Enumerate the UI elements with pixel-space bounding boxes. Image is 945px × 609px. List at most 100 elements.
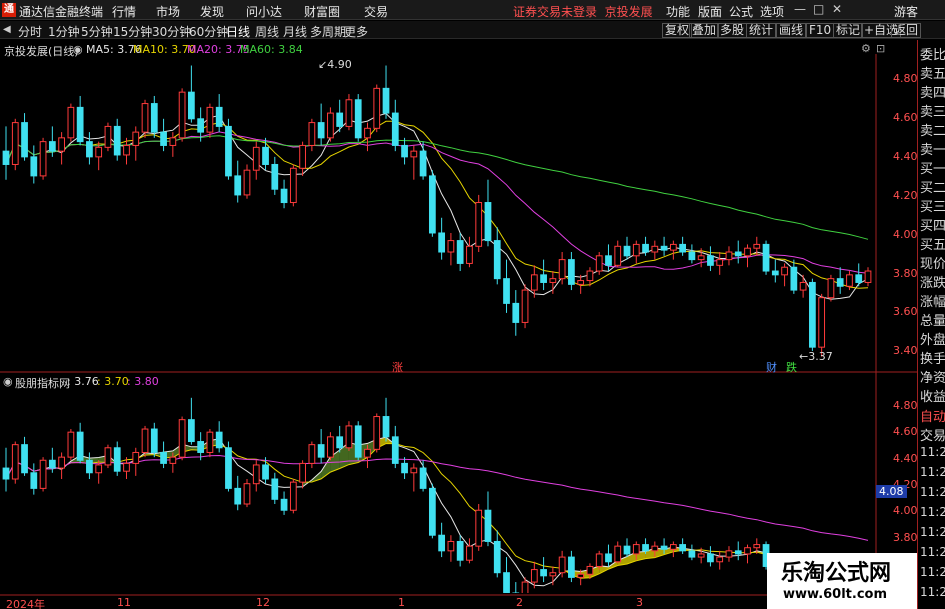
tab-weekly[interactable]: 周线: [255, 23, 279, 40]
candle-body: [836, 278, 844, 287]
candle-body: [716, 259, 724, 266]
candle-body: [2, 467, 10, 480]
close-icon[interactable]: ✕: [832, 2, 842, 16]
f10-button[interactable]: F10: [806, 23, 835, 38]
y-tick-indicator: 3.80: [893, 531, 918, 544]
candle-body: [243, 169, 251, 196]
menu-bar: 通 通达信金融终端 行情 市场 发现 问小达 财富圈 交易 证券交易未登录 京投…: [0, 0, 945, 20]
tab-60min[interactable]: 60分钟: [189, 23, 228, 40]
menu-wenxiaoda[interactable]: 问小达: [246, 3, 282, 20]
candle-body: [558, 259, 566, 280]
candle-body: [104, 447, 112, 466]
quote-label: 总量: [920, 314, 945, 329]
candle-body: [206, 106, 214, 133]
candle-body: [725, 550, 733, 558]
marker-cai[interactable]: 财: [766, 359, 777, 375]
ma-toggle-icon[interactable]: ◉: [73, 43, 83, 56]
indicator-title[interactable]: 股朋指标网: [15, 375, 70, 391]
candle-body: [21, 122, 28, 158]
tongji-button[interactable]: 统计: [746, 23, 777, 38]
quote-label: 卖四: [920, 86, 945, 101]
candle-body: [475, 509, 483, 547]
auto-trade-tab[interactable]: 自动: [920, 406, 945, 425]
menu-gongshi[interactable]: 公式: [729, 3, 753, 20]
chart-expand-icon[interactable]: ⊡: [876, 42, 885, 55]
candle-body: [707, 553, 714, 563]
candle-body: [790, 266, 798, 291]
collapse-arrow-icon[interactable]: ◀: [3, 24, 11, 35]
duogu-button[interactable]: 多股: [717, 23, 748, 38]
high-price-value: 4.90: [327, 58, 352, 71]
candle-body: [336, 436, 344, 449]
candle-body: [95, 464, 103, 474]
candle-body: [354, 425, 362, 458]
candle-body: [707, 255, 714, 266]
candle-body: [512, 302, 520, 323]
candle-body: [113, 125, 121, 156]
fuquan-button[interactable]: 复权: [662, 23, 693, 38]
candle-body: [160, 451, 167, 464]
candle-body: [781, 266, 788, 276]
back-button[interactable]: 返回: [891, 23, 922, 38]
y-tick-indicator: 4.60: [893, 425, 918, 438]
main-chart-title[interactable]: 京投发展(日线): [4, 43, 79, 59]
candle-body: [299, 462, 306, 483]
candle-body: [30, 472, 38, 489]
candle-body: [642, 544, 649, 552]
candle-body: [373, 416, 381, 450]
menu-gongneng[interactable]: 功能: [666, 3, 690, 20]
candle-body: [540, 274, 547, 283]
candle-body: [632, 544, 640, 555]
tab-5min[interactable]: 5分钟: [81, 23, 113, 40]
biaoji-button[interactable]: 标记: [833, 23, 864, 38]
candle-body: [252, 464, 260, 485]
menu-xuanxiang[interactable]: 选项: [760, 3, 784, 20]
tab-monthly[interactable]: 月线: [283, 23, 307, 40]
candle-body: [113, 447, 121, 472]
menu-shichang[interactable]: 市场: [156, 3, 180, 20]
indicator-toggle-icon[interactable]: ◉: [3, 375, 13, 388]
quote-label: 净资: [920, 371, 945, 386]
ma60-label: MA60: 3.84: [240, 43, 303, 56]
minimize-icon[interactable]: —: [794, 2, 806, 16]
candle-body: [58, 456, 65, 469]
tab-more[interactable]: 更多: [344, 23, 368, 40]
huaxian-button[interactable]: 画线: [776, 23, 807, 38]
menu-hangqing[interactable]: 行情: [112, 3, 136, 20]
menu-banmian[interactable]: 版面: [698, 3, 722, 20]
candle-body: [660, 545, 668, 550]
chart-settings-icon[interactable]: ⚙: [861, 42, 871, 55]
y-tick-indicator: 4.00: [893, 504, 918, 517]
y-tick-main: 3.40: [893, 344, 918, 357]
y-tick-main: 4.00: [893, 228, 918, 241]
tab-15min[interactable]: 15分钟: [113, 23, 152, 40]
candle-body: [150, 428, 158, 453]
marker-die[interactable]: 跌: [786, 359, 797, 375]
guest-label[interactable]: 游客: [894, 3, 918, 20]
tab-fenshi[interactable]: 分时: [18, 23, 42, 40]
marker-zhang[interactable]: 涨: [392, 359, 403, 375]
menu-caifuquan[interactable]: 财富圈: [304, 3, 340, 20]
kline-chart[interactable]: [0, 40, 917, 609]
diejia-button[interactable]: 叠加: [689, 23, 720, 38]
menu-faxian[interactable]: 发现: [200, 3, 224, 20]
candle-body: [586, 565, 594, 575]
candle-body: [178, 419, 186, 458]
tab-30min[interactable]: 30分钟: [152, 23, 191, 40]
candle-body: [289, 481, 297, 511]
tab-daily[interactable]: 日线: [226, 23, 250, 40]
tab-multi-period[interactable]: 多周期: [310, 23, 346, 40]
tab-1min[interactable]: 1分钟: [48, 23, 80, 40]
candle-body: [855, 274, 863, 283]
login-notice[interactable]: 证券交易未登录 京投发展: [513, 3, 653, 20]
y-tick-main: 3.80: [893, 267, 918, 280]
menu-jiaoyi[interactable]: 交易: [364, 3, 388, 20]
candle-body: [419, 150, 427, 177]
trade-tab[interactable]: 交易: [920, 425, 945, 444]
candle-body: [58, 137, 65, 152]
maximize-icon[interactable]: □: [813, 2, 824, 16]
candle-body: [530, 274, 538, 291]
candle-body: [651, 245, 659, 253]
candle-body: [577, 573, 585, 578]
quote-label: 卖二: [920, 124, 945, 139]
